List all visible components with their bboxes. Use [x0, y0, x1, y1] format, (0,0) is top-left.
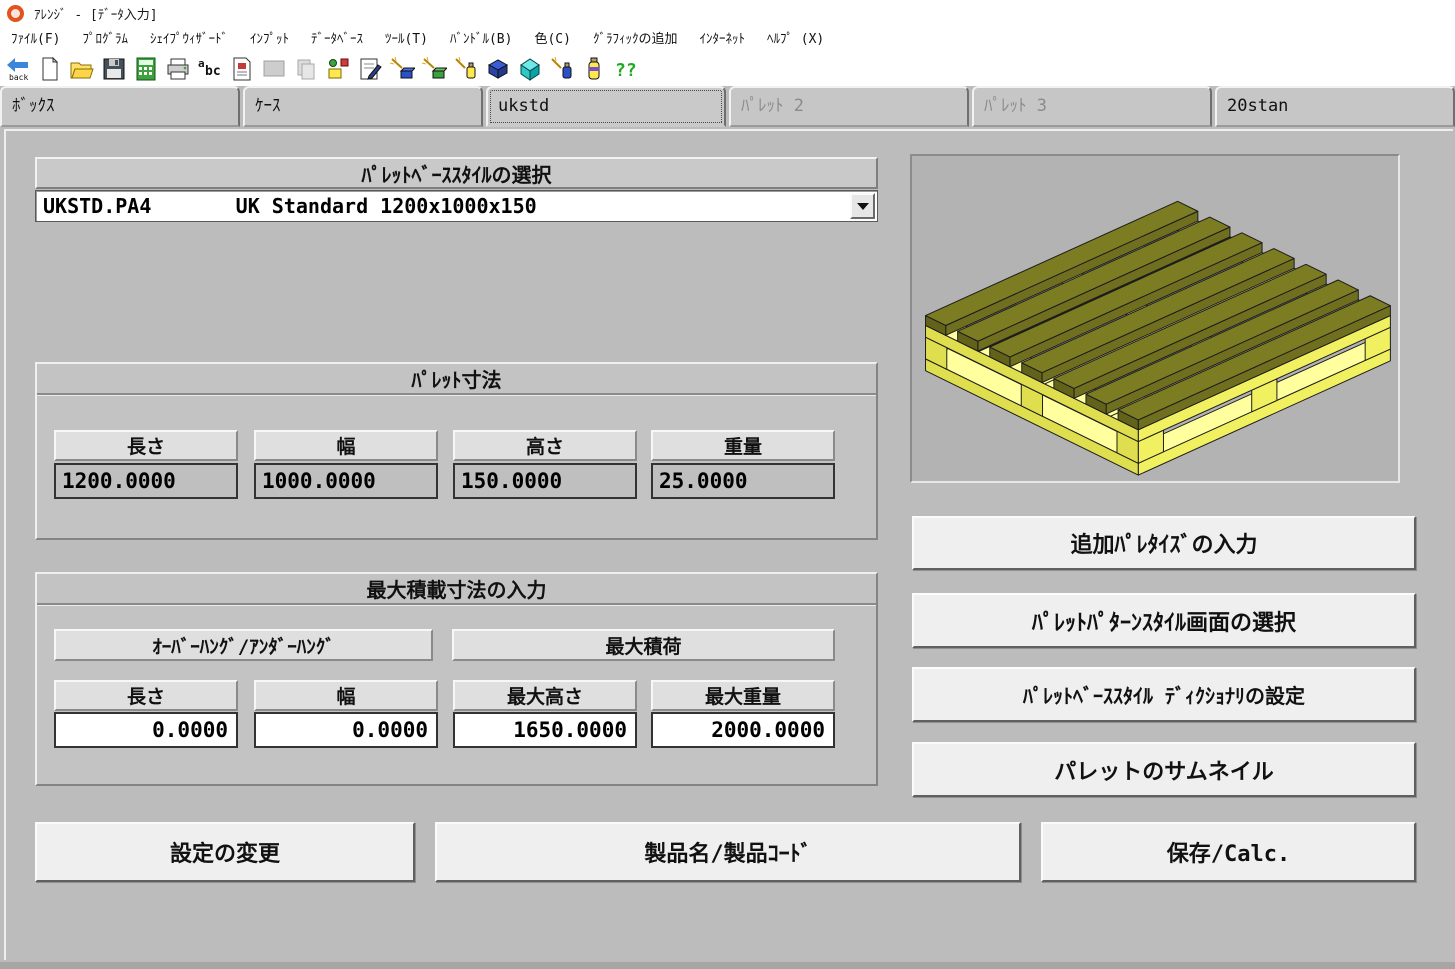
menu-file[interactable]: ﾌｧｲﾙ(F) [0, 27, 71, 52]
change-settings-button[interactable]: 設定の変更 [35, 822, 415, 882]
tab-ukstd[interactable]: ukstd [486, 86, 726, 127]
draw-box-green-icon[interactable] [420, 54, 448, 84]
calculator-icon[interactable] [132, 54, 160, 84]
save-icon[interactable] [100, 54, 128, 84]
menu-input[interactable]: ｲﾝﾌﾟｯﾄ [239, 27, 300, 52]
copy-disabled-icon[interactable] [292, 54, 320, 84]
draw-bottle-blue-icon[interactable] [548, 54, 576, 84]
toolbar: back abc ?? [0, 52, 1455, 86]
pallet-base-style-combobox[interactable]: UKSTD.PA4 UK Standard 1200x1000x150 [35, 190, 878, 222]
pallet-dimensions-group: ﾊﾟﾚｯﾄ寸法 長さ 幅 高さ 重量 1200.0000 1000.0000 1… [35, 362, 878, 540]
svg-text:back: back [9, 73, 28, 82]
tab-pallet-2[interactable]: ﾊﾟﾚｯﾄ 2 [729, 86, 969, 127]
cube-wireframe-icon[interactable] [516, 54, 544, 84]
report-icon[interactable] [228, 54, 256, 84]
pallet-base-style-dictionary-button[interactable]: ﾊﾟﾚｯﾄﾍﾞｰｽｽﾀｲﾙ ﾃﾞｨｸｼｮﾅﾘの設定 [912, 667, 1416, 722]
product-name-code-button[interactable]: 製品名/製品ｺｰﾄﾞ [435, 822, 1021, 882]
additional-palletize-button[interactable]: 追加ﾊﾟﾚﾀｲｽﾞの入力 [912, 516, 1416, 570]
menu-shape-wizard[interactable]: ｼｪｲﾌﾟｳｨｻﾞｰﾄﾞ [139, 27, 239, 52]
menu-program[interactable]: ﾌﾟﾛｸﾞﾗﾑ [71, 27, 139, 52]
new-file-icon[interactable] [36, 54, 64, 84]
spellcheck-icon[interactable]: abc [196, 54, 224, 84]
print-icon[interactable] [164, 54, 192, 84]
tab-bar: ﾎﾞｯｸｽ ｹｰｽ ukstd ﾊﾟﾚｯﾄ 2 ﾊﾟﾚｯﾄ 3 20stan [0, 86, 1455, 127]
max-height-input[interactable] [453, 712, 637, 748]
pallet-thumbnail-button[interactable]: パレットのサムネイル [912, 742, 1416, 797]
chevron-down-icon [857, 203, 869, 210]
height-label: 高さ [453, 430, 637, 461]
menu-database[interactable]: ﾃﾞｰﾀﾍﾞｰｽ [300, 27, 374, 52]
title-bar: ｱﾚﾝｼﾞ - [ﾃﾞｰﾀ入力] [0, 0, 1455, 27]
draw-bottle-icon[interactable] [452, 54, 480, 84]
max-width-label: 幅 [254, 680, 438, 711]
tab-20stan[interactable]: 20stan [1215, 86, 1455, 127]
max-weight-input[interactable] [651, 712, 835, 748]
combobox-dropdown-button[interactable] [850, 193, 875, 219]
menu-help[interactable]: ﾍﾙﾌﾟ (X) [756, 27, 835, 52]
pallet-pattern-style-screen-button[interactable]: ﾊﾟﾚｯﾄﾊﾟﾀｰﾝｽﾀｲﾙ画面の選択 [912, 593, 1416, 648]
weight-value-field: 25.0000 [651, 463, 835, 499]
application-window: ｱﾚﾝｼﾞ - [ﾃﾞｰﾀ入力] ﾌｧｲﾙ(F) ﾌﾟﾛｸﾞﾗﾑ ｼｪｲﾌﾟｳｨ… [0, 0, 1455, 969]
pallet-base-style-header: ﾊﾟﾚｯﾄﾍﾞｰｽｽﾀｲﾙの選択 [35, 157, 878, 189]
overhang-underhang-subheader: ｵｰﾊﾞｰﾊﾝｸﾞ/ｱﾝﾀﾞｰﾊﾝｸﾞ [54, 629, 433, 661]
svg-text:??: ?? [615, 60, 637, 81]
app-logo-icon [7, 5, 24, 22]
length-value-field: 1200.0000 [54, 463, 238, 499]
width-value-field: 1000.0000 [254, 463, 438, 499]
menu-tools[interactable]: ﾂｰﾙ(T) [374, 27, 439, 52]
width-label: 幅 [254, 430, 438, 461]
window-title: ｱﾚﾝｼﾞ - [ﾃﾞｰﾀ入力] [34, 4, 158, 23]
weight-label: 重量 [651, 430, 835, 461]
pallet-base-style-selected-value: UKSTD.PA4 UK Standard 1200x1000x150 [36, 194, 537, 218]
menu-bundle[interactable]: ﾊﾞﾝﾄﾞﾙ(B) [439, 27, 523, 52]
max-height-label: 最大高さ [453, 680, 637, 711]
svg-text:a: a [198, 57, 205, 70]
tab-case[interactable]: ｹｰｽ [243, 86, 483, 127]
draw-box-blue-icon[interactable] [388, 54, 416, 84]
properties-icon[interactable] [356, 54, 384, 84]
length-label: 長さ [54, 430, 238, 461]
status-strip [0, 962, 1455, 969]
tab-pallet-3[interactable]: ﾊﾟﾚｯﾄ 3 [972, 86, 1212, 127]
max-weight-label: 最大重量 [651, 680, 835, 711]
help-icon[interactable]: ?? [612, 54, 640, 84]
menu-color[interactable]: 色(C) [523, 27, 581, 52]
placeholder-disabled-icon[interactable] [260, 54, 288, 84]
menu-internet[interactable]: ｲﾝﾀｰﾈｯﾄ [688, 27, 756, 52]
back-icon[interactable]: back [4, 54, 32, 84]
pallet-3d-drawing [912, 156, 1398, 481]
svg-text:bc: bc [205, 64, 221, 79]
height-value-field: 150.0000 [453, 463, 637, 499]
menu-bar: ﾌｧｲﾙ(F) ﾌﾟﾛｸﾞﾗﾑ ｼｪｲﾌﾟｳｨｻﾞｰﾄﾞ ｲﾝﾌﾟｯﾄ ﾃﾞｰﾀ… [0, 27, 1455, 52]
menu-add-graphic[interactable]: ｸﾞﾗﾌｨｯｸの追加 [582, 27, 689, 52]
max-load-header: 最大積載寸法の入力 [37, 574, 876, 605]
max-length-label: 長さ [54, 680, 238, 711]
tab-box[interactable]: ﾎﾞｯｸｽ [0, 86, 240, 127]
bottle-icon[interactable] [580, 54, 608, 84]
open-folder-icon[interactable] [68, 54, 96, 84]
overhang-width-input[interactable] [254, 712, 438, 748]
max-cargo-subheader: 最大積荷 [452, 629, 835, 661]
shape-wizard-icon[interactable] [324, 54, 352, 84]
box-3d-icon[interactable] [484, 54, 512, 84]
max-load-group: 最大積載寸法の入力 ｵｰﾊﾞｰﾊﾝｸﾞ/ｱﾝﾀﾞｰﾊﾝｸﾞ 最大積荷 長さ 幅 … [35, 572, 878, 786]
pallet-dimensions-header: ﾊﾟﾚｯﾄ寸法 [37, 364, 876, 395]
save-calc-button[interactable]: 保存/Calc. [1041, 822, 1416, 882]
overhang-length-input[interactable] [54, 712, 238, 748]
pallet-3d-image [910, 154, 1400, 483]
